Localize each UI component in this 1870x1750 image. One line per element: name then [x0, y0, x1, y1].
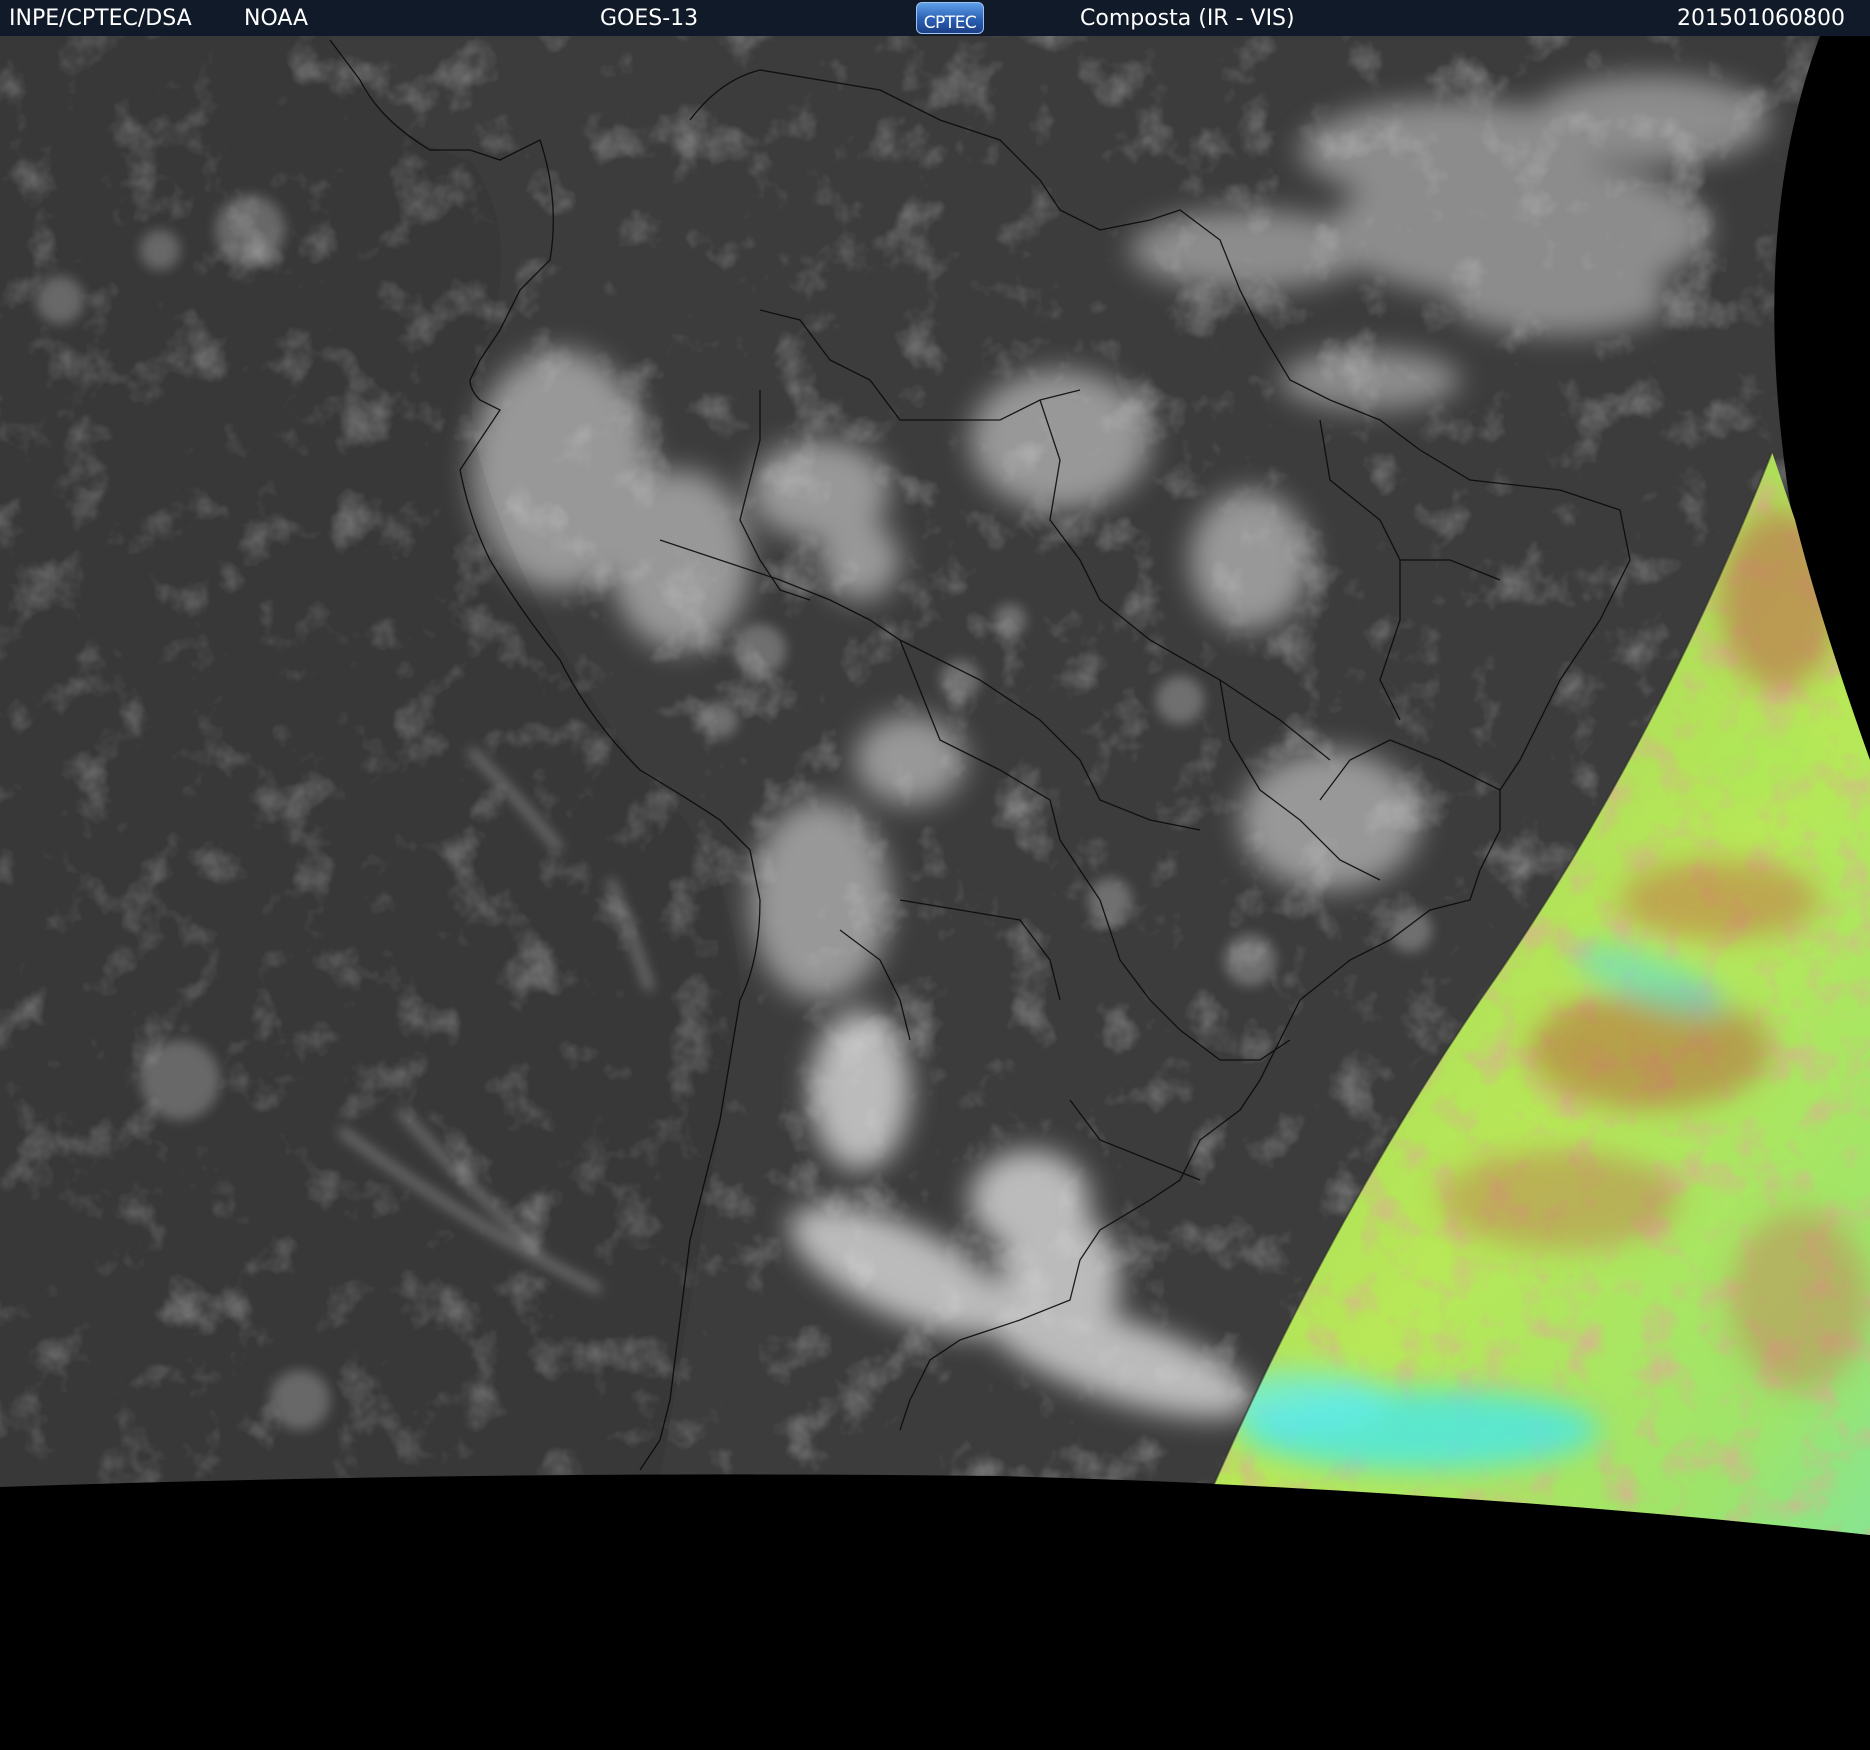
- product-label: Composta (IR - VIS): [1080, 6, 1295, 31]
- cptec-logo-text: CPTEC: [923, 13, 977, 33]
- source-label: INPE/CPTEC/DSA: [9, 6, 192, 31]
- agency-label: NOAA: [244, 6, 309, 31]
- satellite-imagery: [0, 36, 1870, 1750]
- satellite-label: GOES-13: [600, 6, 699, 31]
- timestamp-label: 201501060800: [1677, 6, 1845, 31]
- header-bar: INPE/CPTEC/DSA NOAA GOES-13 CPTEC Compos…: [0, 0, 1870, 36]
- cptec-logo: CPTEC: [916, 2, 984, 34]
- satellite-image: [0, 36, 1870, 1750]
